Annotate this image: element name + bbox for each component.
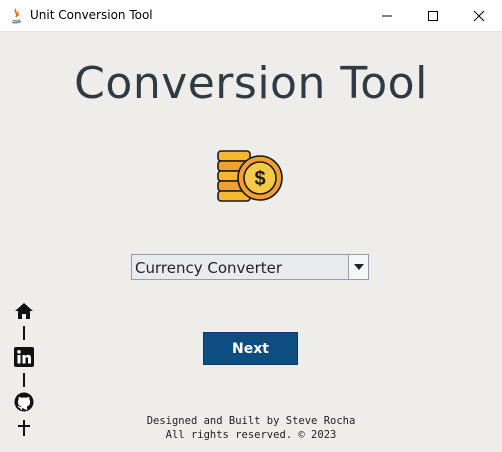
github-icon — [14, 392, 34, 417]
minimize-button[interactable] — [364, 0, 410, 31]
title-bar: Unit Conversion Tool — [0, 0, 502, 32]
pin-link[interactable] — [12, 419, 36, 442]
linkedin-icon — [14, 347, 34, 372]
footer-credits: Designed and Built by Steve Rocha All ri… — [100, 414, 402, 442]
footer-line-rights: All rights reserved. © 2023 — [165, 429, 337, 441]
separator — [23, 373, 25, 387]
social-sidebar — [12, 302, 36, 442]
github-link[interactable] — [12, 392, 36, 417]
chevron-down-icon[interactable] — [348, 255, 368, 279]
maximize-button[interactable] — [410, 0, 456, 31]
next-button[interactable]: Next — [203, 332, 298, 365]
window-title: Unit Conversion Tool — [30, 8, 153, 22]
home-icon — [14, 302, 34, 325]
converter-type-select[interactable]: Currency Converter — [131, 254, 369, 280]
close-button[interactable] — [456, 0, 502, 31]
linkedin-link[interactable] — [12, 347, 36, 372]
coins-dollar-icon: $ — [216, 148, 284, 206]
java-icon — [8, 7, 24, 24]
home-link[interactable] — [12, 302, 36, 325]
app-window: Unit Conversion Tool Conversion Tool $ C… — [0, 0, 502, 452]
selected-converter: Currency Converter — [135, 259, 283, 277]
close-icon — [473, 10, 485, 22]
svg-text:$: $ — [254, 168, 265, 190]
minimize-icon — [381, 10, 393, 22]
maximize-icon — [427, 10, 439, 22]
pin-icon — [17, 419, 31, 442]
page-title: Conversion Tool — [74, 58, 428, 109]
footer-line-designed: Designed and Built by Steve Rocha — [146, 415, 356, 427]
separator — [23, 326, 25, 340]
